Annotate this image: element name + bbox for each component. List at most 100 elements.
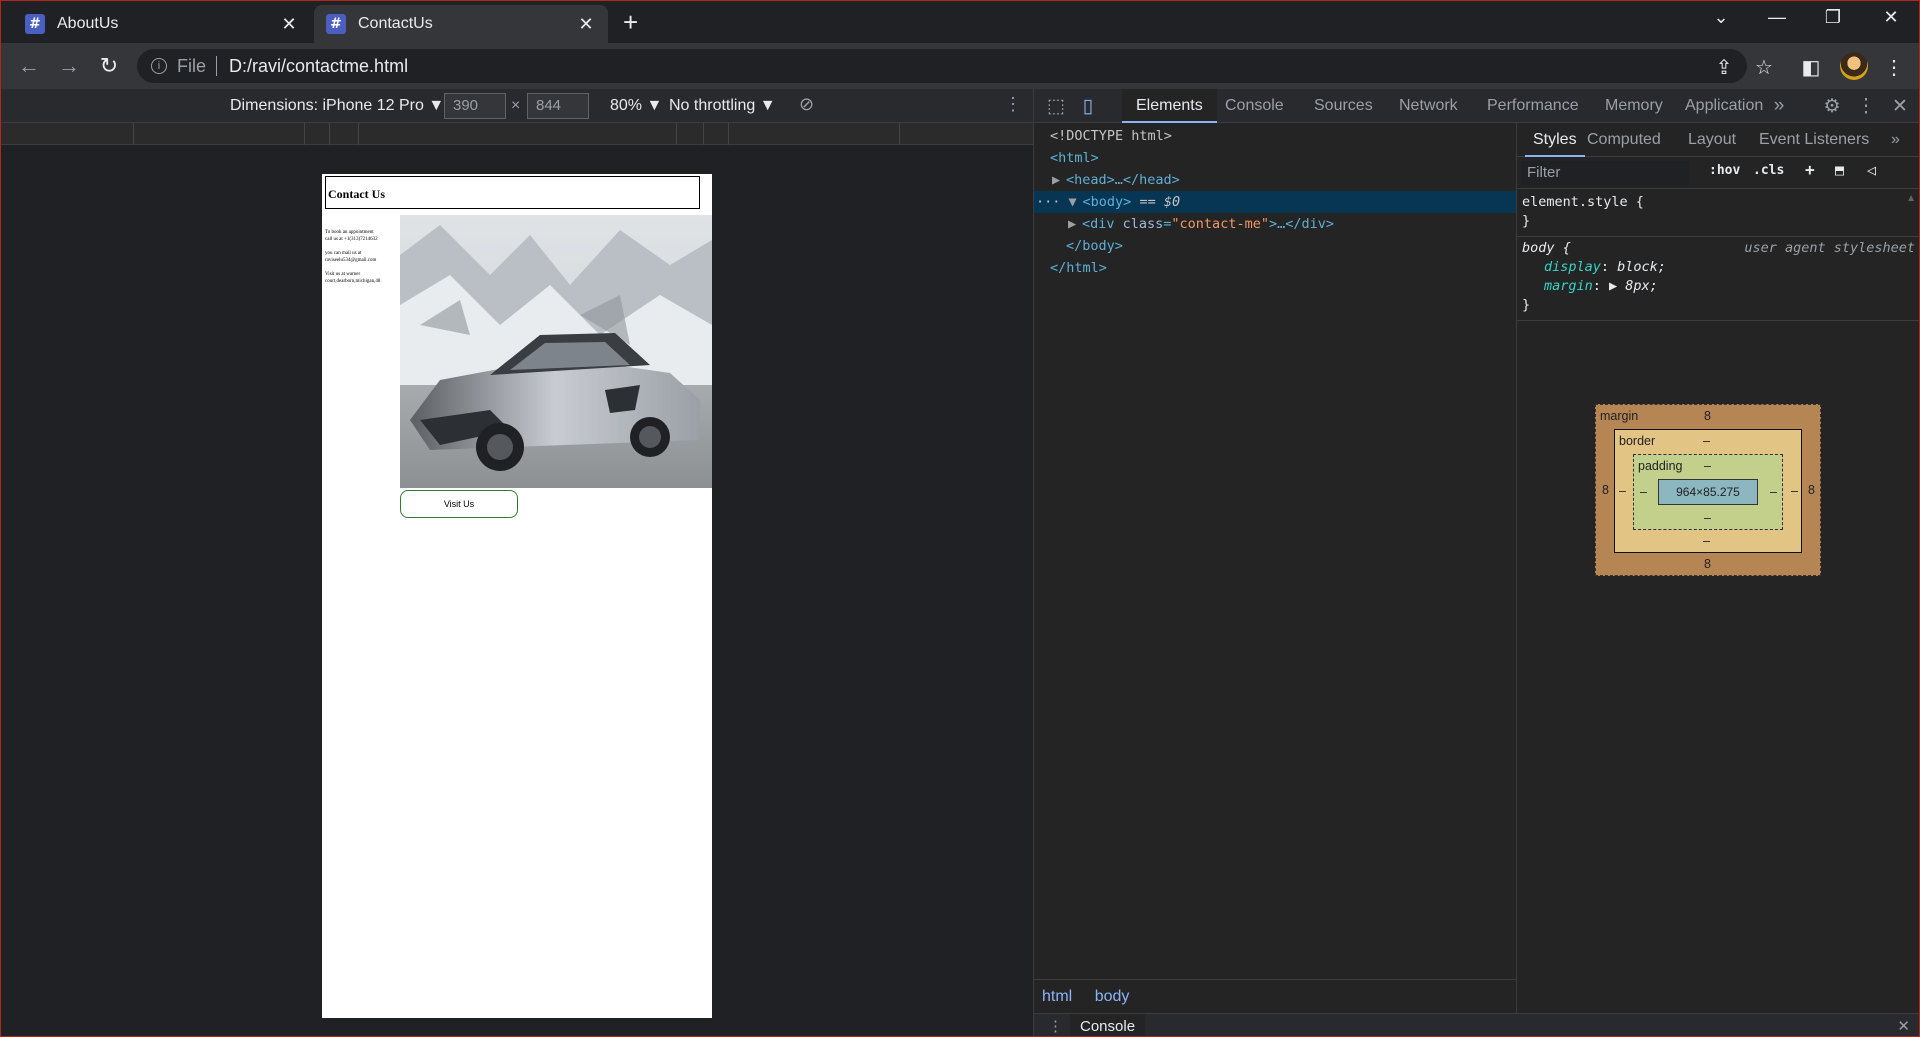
body-ua-rule[interactable]: body { user agent stylesheet display: bl… bbox=[1517, 239, 1919, 321]
padding-bottom-value[interactable]: – bbox=[1704, 511, 1711, 525]
tab-elements[interactable]: Elements bbox=[1122, 89, 1217, 123]
forward-button[interactable]: → bbox=[55, 53, 83, 79]
padding-left-value[interactable]: – bbox=[1640, 485, 1647, 499]
elements-tree: <!DOCTYPE html> <html> ▶ <head>…</head> ·… bbox=[1034, 123, 1516, 949]
breadcrumb-body[interactable]: body bbox=[1095, 988, 1130, 1005]
close-tab-icon[interactable]: ✕ bbox=[279, 14, 299, 35]
times-label: × bbox=[511, 97, 521, 114]
inspect-element-icon[interactable]: ⬚ bbox=[1044, 95, 1068, 118]
dom-node-html[interactable]: <html> bbox=[1034, 147, 1516, 169]
dom-node-head[interactable]: ▶ <head>…</head> bbox=[1034, 169, 1516, 191]
close-devtools-icon[interactable]: ✕ bbox=[1888, 95, 1912, 118]
url-text[interactable]: D:/ravi/contactme.html bbox=[229, 56, 408, 77]
viewport-height-input[interactable]: 844 bbox=[527, 93, 589, 119]
tab-memory[interactable]: Memory bbox=[1591, 89, 1677, 123]
restore-button[interactable]: ❐ bbox=[1813, 7, 1853, 28]
tab-search-icon[interactable]: ⌄ bbox=[1701, 7, 1741, 28]
browser-toolbar: ← → ↻ i File D:/ravi/contactme.html ⇪ ☆ … bbox=[1, 43, 1919, 89]
address-bar[interactable]: i File D:/ravi/contactme.html bbox=[137, 49, 1747, 83]
head-tag: <head>…</head> bbox=[1066, 172, 1180, 188]
margin-right-value[interactable]: 8 bbox=[1808, 483, 1815, 497]
browser-menu-icon[interactable]: ⋮ bbox=[1881, 55, 1907, 80]
breadcrumb-html[interactable]: html bbox=[1042, 988, 1072, 1005]
settings-gear-icon[interactable]: ⚙ bbox=[1820, 95, 1844, 118]
border-right-value[interactable]: – bbox=[1791, 484, 1798, 498]
tab-styles[interactable]: Styles bbox=[1525, 123, 1585, 157]
close-drawer-icon[interactable]: ✕ bbox=[1897, 1017, 1910, 1035]
more-tabs-icon[interactable]: » bbox=[1767, 95, 1791, 117]
expand-caret-icon[interactable]: ▶ bbox=[1068, 213, 1082, 235]
css-declaration[interactable]: margin: ▶ 8px; bbox=[1522, 277, 1919, 296]
rule-source[interactable]: user agent stylesheet bbox=[1744, 239, 1915, 258]
margin-top-value[interactable]: 8 bbox=[1704, 409, 1711, 423]
margin-bottom-value[interactable]: 8 bbox=[1704, 557, 1711, 571]
border-bottom-value[interactable]: – bbox=[1703, 534, 1710, 548]
close-window-button[interactable]: ✕ bbox=[1871, 7, 1911, 28]
dom-node-html-close[interactable]: </html> bbox=[1034, 257, 1516, 279]
margin-left-value[interactable]: 8 bbox=[1602, 483, 1609, 497]
new-rule-icon[interactable]: + bbox=[1805, 160, 1815, 179]
share-icon[interactable]: ⇪ bbox=[1711, 55, 1737, 80]
bookmark-star-icon[interactable]: ☆ bbox=[1751, 55, 1777, 80]
dom-node-div[interactable]: ▶ <div class="contact-me">…</div> bbox=[1034, 213, 1516, 235]
back-button[interactable]: ← bbox=[15, 53, 43, 79]
tab-layout[interactable]: Layout bbox=[1680, 123, 1744, 157]
zoom-select[interactable]: 80% ▼ bbox=[610, 97, 662, 115]
device-more-icon[interactable]: ⋮ bbox=[1004, 94, 1022, 115]
tab-performance[interactable]: Performance bbox=[1473, 89, 1593, 123]
toggle-sidebar-icon[interactable]: ◁ bbox=[1867, 161, 1876, 179]
scroll-up-icon[interactable]: ▲ bbox=[1906, 193, 1916, 204]
border-left-value[interactable]: – bbox=[1619, 484, 1626, 498]
reload-button[interactable]: ↻ bbox=[95, 53, 123, 79]
device-toggle-icon[interactable]: ▯ bbox=[1076, 95, 1100, 118]
info-icon[interactable]: i bbox=[151, 58, 167, 74]
device-dimensions-select[interactable]: Dimensions: iPhone 12 Pro ▼ bbox=[230, 97, 444, 115]
padding-right-value[interactable]: – bbox=[1770, 485, 1777, 499]
class-toggle[interactable]: .cls bbox=[1753, 163, 1784, 178]
hover-state-toggle[interactable]: :hov bbox=[1709, 163, 1740, 178]
tab-application[interactable]: Application bbox=[1671, 89, 1777, 123]
dom-node-body-close[interactable]: </body> bbox=[1034, 235, 1516, 257]
tab-computed[interactable]: Computed bbox=[1579, 123, 1669, 157]
drawer-menu-icon[interactable]: ⋮ bbox=[1048, 1017, 1063, 1035]
profile-avatar[interactable] bbox=[1840, 52, 1868, 80]
border-top-value[interactable]: – bbox=[1703, 434, 1710, 448]
drawer-tab-console[interactable]: Console bbox=[1070, 1014, 1146, 1036]
collapse-caret-icon[interactable]: ▼ bbox=[1069, 191, 1083, 213]
tab-aboutus[interactable]: # AboutUs ✕ bbox=[13, 5, 311, 43]
styles-filter-input[interactable]: Filter bbox=[1521, 161, 1689, 185]
more-styles-tabs-icon[interactable]: » bbox=[1883, 123, 1908, 157]
contact-spacer bbox=[325, 243, 403, 250]
minimize-button[interactable]: — bbox=[1757, 7, 1797, 28]
dom-node-doctype[interactable]: <!DOCTYPE html> bbox=[1034, 125, 1516, 147]
visit-us-button[interactable]: Visit Us bbox=[400, 490, 518, 518]
contact-spacer bbox=[325, 264, 403, 271]
box-model-diagram[interactable]: margin 8 8 8 8 border – – – – padding – … bbox=[1595, 404, 1821, 576]
box-model-content-size[interactable]: 964×85.275 bbox=[1658, 479, 1758, 505]
tab-console[interactable]: Console bbox=[1211, 89, 1298, 123]
padding-top-value[interactable]: – bbox=[1704, 459, 1711, 473]
new-tab-button[interactable]: + bbox=[623, 9, 638, 35]
media-query-ruler[interactable] bbox=[1, 123, 1033, 145]
throttling-select[interactable]: No throttling ▼ bbox=[669, 97, 776, 115]
rotate-icon[interactable]: ⊘ bbox=[799, 94, 814, 115]
viewport-width-input[interactable]: 390 bbox=[444, 93, 506, 119]
device-toolbar: Dimensions: iPhone 12 Pro ▼ 390 × 844 80… bbox=[1, 89, 1033, 123]
side-panel-icon[interactable]: ◧ bbox=[1798, 55, 1824, 80]
expand-caret-icon[interactable]: ▶ bbox=[1052, 169, 1066, 191]
rule-close: } bbox=[1522, 297, 1531, 313]
tab-contactus[interactable]: # ContactUs ✕ bbox=[314, 5, 608, 43]
tab-sources[interactable]: Sources bbox=[1300, 89, 1387, 123]
element-style-rule[interactable]: element.style { } bbox=[1517, 193, 1919, 237]
paint-icon[interactable]: ⬒ bbox=[1835, 161, 1844, 179]
dom-node-body[interactable]: ··· ▼ <body> == $0 bbox=[1034, 191, 1516, 213]
devtools-more-icon[interactable]: ⋮ bbox=[1854, 95, 1878, 118]
close-tab-icon[interactable]: ✕ bbox=[576, 14, 596, 35]
node-actions-icon[interactable]: ··· bbox=[1036, 194, 1060, 210]
browser-window: # AboutUs ✕ # ContactUs ✕ + ⌄ — ❐ ✕ ← → … bbox=[0, 0, 1920, 1037]
tab-event-listeners[interactable]: Event Listeners bbox=[1751, 123, 1877, 157]
page-heading: Contact Us bbox=[325, 176, 700, 209]
css-declaration[interactable]: display: block; bbox=[1522, 258, 1919, 277]
tab-network[interactable]: Network bbox=[1385, 89, 1472, 123]
div-close-tag: >…</div> bbox=[1268, 216, 1334, 232]
